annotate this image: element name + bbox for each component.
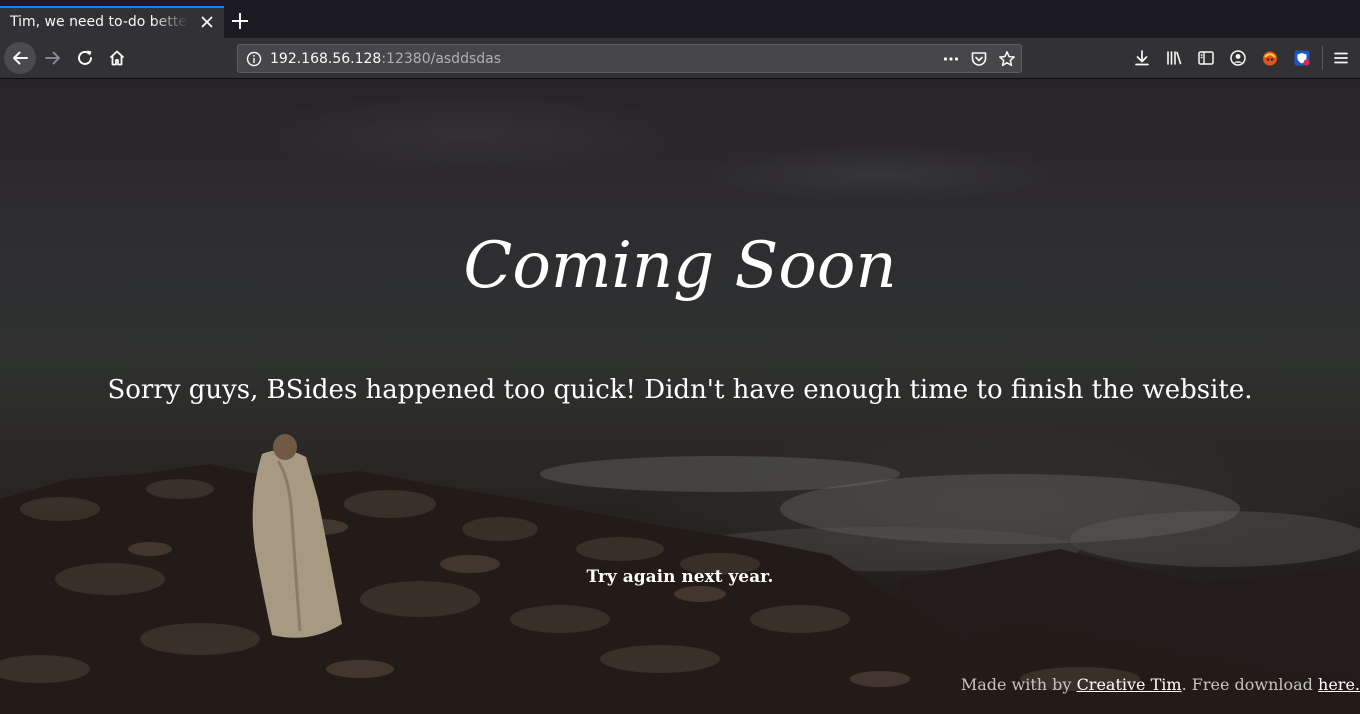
try-again-note: Try again next year.	[586, 567, 774, 587]
address-bar[interactable]: 192.168.56.128:12380/asddsdas	[237, 44, 1022, 73]
footer: Made with by Creative Tim. Free download…	[961, 675, 1360, 694]
forward-arrow-icon	[45, 51, 60, 65]
reload-icon	[78, 50, 92, 65]
tab-title: Tim, we need to-do better next year for …	[10, 14, 188, 30]
footer-middle: . Free download	[1181, 675, 1313, 694]
star-icon[interactable]	[997, 49, 1017, 69]
library-icon[interactable]	[1163, 47, 1185, 69]
page-title: Coming Soon	[463, 229, 897, 303]
plus-icon[interactable]	[228, 9, 252, 33]
home-icon	[109, 50, 125, 66]
creative-tim-link[interactable]: Creative Tim	[1077, 675, 1182, 694]
hamburger-menu-icon[interactable]	[1330, 47, 1352, 69]
browser-tab[interactable]: Tim, we need to-do better next year for …	[0, 6, 224, 38]
back-arrow-icon	[13, 51, 28, 65]
navigation-toolbar: 192.168.56.128:12380/asddsdas	[0, 38, 1360, 79]
download-icon[interactable]	[1131, 47, 1153, 69]
toolbar-separator	[1322, 46, 1323, 70]
download-link[interactable]: here.	[1318, 675, 1360, 694]
pocket-icon[interactable]	[969, 49, 989, 69]
info-icon[interactable]	[244, 49, 264, 69]
forward-button[interactable]	[38, 43, 68, 73]
page-viewport: Coming Soon Sorry guys, BSides happened …	[0, 79, 1360, 714]
home-button[interactable]	[102, 43, 132, 73]
account-icon[interactable]	[1227, 47, 1249, 69]
url-path: :12380/asddsdas	[381, 51, 502, 67]
shield-extension-icon[interactable]	[1291, 47, 1313, 69]
page-subtitle: Sorry guys, BSides happened too quick! D…	[107, 375, 1253, 405]
url-text[interactable]: 192.168.56.128:12380/asddsdas	[270, 51, 501, 67]
back-button[interactable]	[4, 42, 36, 74]
reload-button[interactable]	[70, 43, 100, 73]
footer-prefix: Made with by	[960, 675, 1072, 694]
extension-icon[interactable]	[1259, 47, 1281, 69]
url-host: 192.168.56.128	[270, 51, 382, 67]
ellipsis-icon[interactable]	[941, 49, 961, 69]
close-icon[interactable]	[198, 13, 216, 31]
tab-strip: Tim, we need to-do better next year for …	[0, 0, 1360, 38]
sidebar-icon[interactable]	[1195, 47, 1217, 69]
